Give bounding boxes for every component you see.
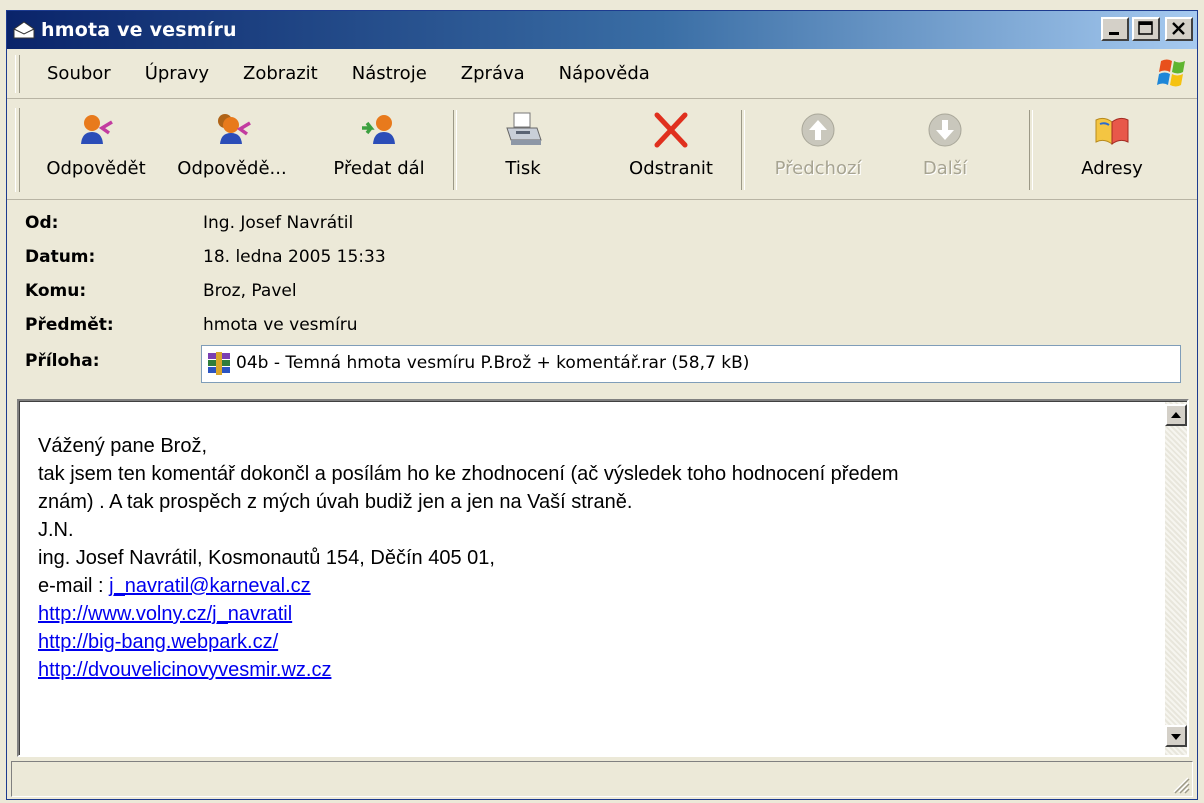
address-line: ing. Josef Navrátil, Kosmonautů 154, Děč…	[38, 547, 495, 569]
down-arrow-icon	[928, 113, 962, 147]
printer-icon	[506, 112, 542, 145]
menu-nastroje[interactable]: Nástroje	[352, 63, 427, 84]
reply-all-button[interactable]: Odpovědě...	[167, 104, 297, 196]
menu-grip[interactable]	[15, 55, 20, 93]
scroll-up-button[interactable]	[1165, 404, 1187, 426]
reply-icon	[81, 115, 113, 144]
windows-logo-icon	[1157, 59, 1185, 87]
delete-button[interactable]: Odstranit	[611, 104, 731, 196]
vertical-scrollbar[interactable]	[1165, 402, 1187, 755]
address-book-button[interactable]: Adresy	[1057, 104, 1167, 196]
reply-all-icon	[218, 114, 251, 144]
email-prefix: e-mail :	[38, 575, 110, 597]
body-line: tak jsem ten komentář dokončl a posílám …	[38, 463, 899, 485]
to-value: Broz, Pavel	[203, 281, 297, 301]
web-link[interactable]: http://www.volny.cz/j_navratil	[38, 603, 292, 625]
toolbar-grip[interactable]	[15, 108, 20, 192]
menu-upravy[interactable]: Úpravy	[145, 63, 209, 84]
date-label: Datum:	[25, 247, 96, 267]
down-arrow-icon	[1171, 734, 1181, 740]
attachment-field[interactable]: 04b - Temná hmota vesmíru P.Brož + komen…	[201, 345, 1181, 383]
subject-value: hmota ve vesmíru	[203, 315, 358, 335]
attachment-row: Příloha: 04b - Temná hmota vesmíru P.Bro…	[25, 345, 1185, 383]
up-arrow-icon	[1171, 412, 1181, 418]
menu-zprava[interactable]: Zpráva	[461, 63, 525, 84]
previous-button[interactable]: Předchozí	[763, 104, 873, 196]
rar-archive-icon	[208, 352, 230, 375]
menu-zobrazit[interactable]: Zobrazit	[243, 63, 318, 84]
print-button[interactable]: Tisk	[473, 104, 573, 196]
toolbar-separator	[741, 110, 745, 190]
resize-grip-icon[interactable]	[1170, 774, 1190, 794]
forward-icon	[362, 115, 395, 144]
email-window: hmota ve vesmíru Soubor Úpravy Zobrazit …	[6, 10, 1198, 800]
menu-bar: Soubor Úpravy Zobrazit Nástroje Zpráva N…	[7, 49, 1197, 99]
minimize-button[interactable]	[1101, 17, 1129, 41]
greeting-line: Vážený pane Brož,	[38, 435, 207, 457]
from-label: Od:	[25, 213, 59, 233]
attachment-label: Příloha:	[25, 351, 100, 371]
status-bar	[11, 761, 1193, 797]
initials-line: J.N.	[38, 519, 74, 541]
menu-napoveda[interactable]: Nápověda	[559, 63, 650, 84]
close-button[interactable]	[1165, 17, 1193, 41]
date-value: 18. ledna 2005 15:33	[203, 247, 386, 267]
forward-button[interactable]: Předat dál	[319, 104, 439, 196]
from-value: Ing. Josef Navrátil	[203, 213, 354, 233]
window-title: hmota ve vesmíru	[41, 19, 237, 41]
message-headers: Od: Ing. Josef Navrátil Datum: 18. ledna…	[7, 201, 1197, 401]
delete-icon	[654, 112, 688, 148]
close-icon	[1172, 22, 1185, 35]
maximize-button[interactable]	[1132, 17, 1160, 41]
address-book-icon	[1095, 117, 1129, 145]
window-controls	[1101, 17, 1193, 43]
subject-label: Předmět:	[25, 315, 114, 335]
up-arrow-icon	[801, 113, 835, 147]
toolbar-separator	[1029, 110, 1033, 190]
attachment-filename[interactable]: 04b - Temná hmota vesmíru P.Brož + komen…	[236, 353, 749, 373]
to-label: Komu:	[25, 281, 87, 301]
message-body[interactable]: Vážený pane Brož, tak jsem ten komentář …	[17, 399, 1189, 757]
email-link[interactable]: j_navratil@karneval.cz	[109, 575, 311, 597]
reply-button[interactable]: Odpovědět	[31, 104, 161, 196]
menu-soubor[interactable]: Soubor	[47, 63, 111, 84]
web-link[interactable]: http://big-bang.webpark.cz/	[38, 631, 278, 653]
minimize-icon	[1109, 32, 1119, 35]
next-button[interactable]: Další	[895, 104, 995, 196]
envelope-icon	[13, 21, 35, 39]
toolbar: Odpovědět Odpovědě... Předat dál Tisk Od…	[7, 100, 1197, 200]
message-text: Vážený pane Brož, tak jsem ten komentář …	[38, 432, 899, 684]
maximize-icon	[1138, 21, 1153, 35]
title-bar[interactable]: hmota ve vesmíru	[7, 11, 1197, 49]
toolbar-separator	[453, 110, 457, 190]
scroll-down-button[interactable]	[1165, 725, 1187, 747]
web-link[interactable]: http://dvouvelicinovyvesmir.wz.cz	[38, 659, 331, 681]
email-line: e-mail : j_navratil@karneval.cz	[38, 572, 899, 600]
body-line: znám) . A tak prospěch z mých úvah budiž…	[38, 491, 633, 513]
